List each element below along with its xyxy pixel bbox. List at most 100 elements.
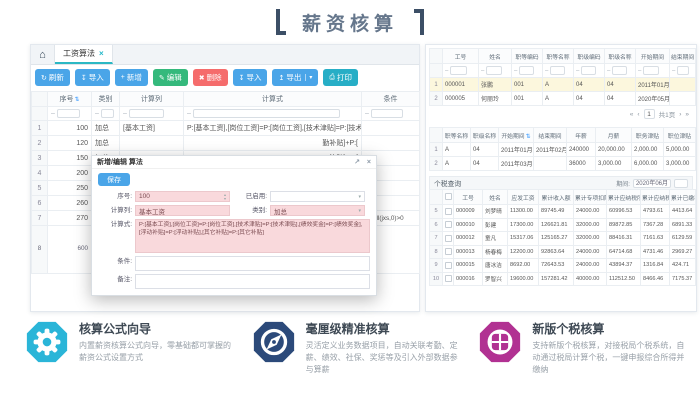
column-header[interactable]: 姓名: [483, 190, 508, 205]
period-value[interactable]: 2020年06月: [633, 179, 671, 188]
filter-input[interactable]: [371, 109, 403, 118]
column-header[interactable]: 累计收入额: [539, 190, 574, 205]
checkbox-icon[interactable]: [445, 248, 452, 255]
column-header[interactable]: 职级名称: [471, 128, 499, 143]
filter-input[interactable]: [486, 66, 501, 75]
column-header[interactable]: 职位津贴: [664, 128, 696, 143]
filter-input[interactable]: [193, 109, 340, 118]
column-header[interactable]: 职级编码: [574, 49, 605, 64]
column-header[interactable]: 职级名称: [605, 49, 636, 64]
refresh-button[interactable]: ↻刷新: [35, 69, 70, 86]
formula-textarea[interactable]: P:[基本工资],[岗位工资]=P:[岗位工资],[技术津贴]=P:[技术津贴]…: [135, 219, 370, 253]
column-header[interactable]: 结束期间: [670, 49, 696, 64]
filter-input[interactable]: [550, 66, 564, 75]
table-row[interactable]: 7000012童凡15317.06125165.2732000.0088416.…: [430, 232, 696, 246]
column-header[interactable]: 计算式: [184, 92, 362, 107]
table-row[interactable]: 9000015唐冰洁8692.0072643.5324000.0043894.3…: [430, 259, 696, 273]
last-page-icon[interactable]: »: [685, 111, 689, 118]
table-row[interactable]: 1100加总[基本工资]P:[基本工资],[岗位工资]=P:[岗位工资],[技术…: [32, 121, 420, 136]
tab-close-icon[interactable]: ×: [99, 49, 104, 58]
checkbox-icon[interactable]: [445, 275, 452, 282]
filter-input[interactable]: [643, 66, 659, 75]
column-header[interactable]: 条件: [362, 92, 420, 107]
remark-textarea[interactable]: [135, 274, 370, 289]
pagination: « ‹ 1 共1页 › »: [429, 106, 693, 123]
filter-input[interactable]: [450, 66, 467, 75]
edit-button[interactable]: ✎编辑: [153, 69, 188, 86]
next-page-icon[interactable]: ›: [679, 111, 681, 118]
table-row[interactable]: 2120加总勤补贴]+P:[: [32, 136, 420, 151]
tab-salary-algorithm[interactable]: 工资算法 ×: [55, 45, 113, 64]
column-header[interactable]: 职等名称: [443, 128, 471, 143]
filter-input[interactable]: [57, 109, 80, 118]
enabled-select[interactable]: ▾: [270, 191, 365, 202]
checkbox-icon[interactable]: [445, 235, 452, 242]
seq-input[interactable]: 100 ▴▾: [135, 191, 230, 202]
period-filter: 期间: 2020年06月: [616, 179, 688, 188]
checkbox-icon[interactable]: [445, 208, 452, 215]
table-row[interactable]: 8000013杨春梅12200.0092863.6424000.0064714.…: [430, 245, 696, 259]
add-button[interactable]: +新增: [115, 69, 148, 86]
checkbox-icon[interactable]: [445, 193, 452, 200]
save-button[interactable]: 保存: [98, 173, 130, 186]
filter-input[interactable]: [129, 109, 164, 118]
print-button[interactable]: ⎙打印: [323, 69, 358, 86]
checkbox-icon[interactable]: [445, 221, 452, 228]
feature-precise-accounting: 毫厘级精准核算 灵活定义业务数据项目，自动关联考勤、定薪、绩效、社保、奖惩等及引…: [251, 319, 466, 376]
column-header[interactable]: 计算列: [120, 92, 184, 107]
column-header[interactable]: 开始期间: [636, 49, 670, 64]
page-input[interactable]: 1: [644, 109, 655, 119]
column-header[interactable]: 应发工资: [508, 190, 539, 205]
sort-icon[interactable]: ⇅: [526, 134, 531, 140]
prev-page-icon[interactable]: ‹: [637, 111, 639, 118]
home-icon[interactable]: ⌂: [31, 45, 55, 64]
filter-input[interactable]: [101, 109, 114, 118]
column-header[interactable]: 开始期间⇅: [499, 128, 534, 143]
column-header[interactable]: 累计专项扣除: [574, 190, 607, 205]
filter-input[interactable]: [519, 66, 533, 75]
delete-button[interactable]: ✖删除: [193, 69, 228, 86]
spinner-icon[interactable]: ▴▾: [224, 193, 226, 200]
column-header[interactable]: 职务津贴: [632, 128, 664, 143]
checkbox-icon[interactable]: [445, 262, 452, 269]
column-header[interactable]: 月薪: [596, 128, 632, 143]
chevron-down-icon[interactable]: ▾: [305, 74, 312, 81]
column-header[interactable]: 累计应纳税额: [641, 190, 670, 205]
column-header[interactable]: 累计已缴税额: [670, 190, 696, 205]
first-page-icon[interactable]: «: [630, 111, 634, 118]
table-row[interactable]: 2000005何丽玲001A04042020年05月: [430, 92, 696, 106]
column-header[interactable]: 累计应纳税所得额: [607, 190, 641, 205]
filter-input[interactable]: [677, 66, 689, 75]
column-header[interactable]: 职等名称: [543, 49, 574, 64]
close-icon[interactable]: ×: [367, 159, 371, 166]
export-button[interactable]: ↥导出▾: [272, 69, 318, 86]
period-extra-input[interactable]: [674, 179, 688, 188]
sort-icon[interactable]: ⇅: [74, 97, 79, 103]
dialog-titlebar: 新增/编辑 算法 ↗ ×: [92, 156, 376, 169]
column-header[interactable]: 年薪: [567, 128, 596, 143]
table-row[interactable]: 1000001张鹏001A04042011年01月: [430, 78, 696, 92]
import-button[interactable]: ↧导入: [75, 69, 110, 86]
column-header[interactable]: 类别: [92, 92, 120, 107]
column-header[interactable]: 工号: [454, 190, 483, 205]
table-row[interactable]: 5000009刘梦晴11300.0089745.4924000.0060996.…: [430, 205, 696, 219]
column-header[interactable]: 结束期间: [534, 128, 567, 143]
table-row[interactable]: 1A042011年01月2011年02月24000020,000.002,000…: [430, 143, 696, 157]
table-row[interactable]: 2A042011年03月360003,000.006,000.003,000.0…: [430, 157, 696, 171]
maximize-icon[interactable]: ↗: [354, 159, 360, 166]
column-header[interactable]: 职等编码: [512, 49, 543, 64]
column-cell: [120, 136, 184, 151]
filter-input[interactable]: [581, 66, 595, 75]
data-cell: 04: [574, 92, 605, 106]
table-row[interactable]: 10000016罗智兴19600.00157281.4240000.001125…: [430, 272, 696, 286]
table-row[interactable]: 6000010彭建17300.00126621.8132000.0089872.…: [430, 218, 696, 232]
column-header[interactable]: 序号⇅: [48, 92, 92, 107]
column-input[interactable]: 基本工资: [135, 205, 230, 216]
column-header[interactable]: 姓名: [479, 49, 512, 64]
feature-text: 核算公式向导 内置薪资核算公式向导，零基础都可掌握的薪资公式设置方式: [79, 319, 239, 376]
column-header[interactable]: 工号: [443, 49, 479, 64]
condition-textarea[interactable]: [135, 256, 370, 271]
type-select[interactable]: 加总 ▾: [270, 205, 365, 216]
filter-input[interactable]: [612, 66, 626, 75]
import2-button[interactable]: ↧导入: [233, 69, 268, 86]
